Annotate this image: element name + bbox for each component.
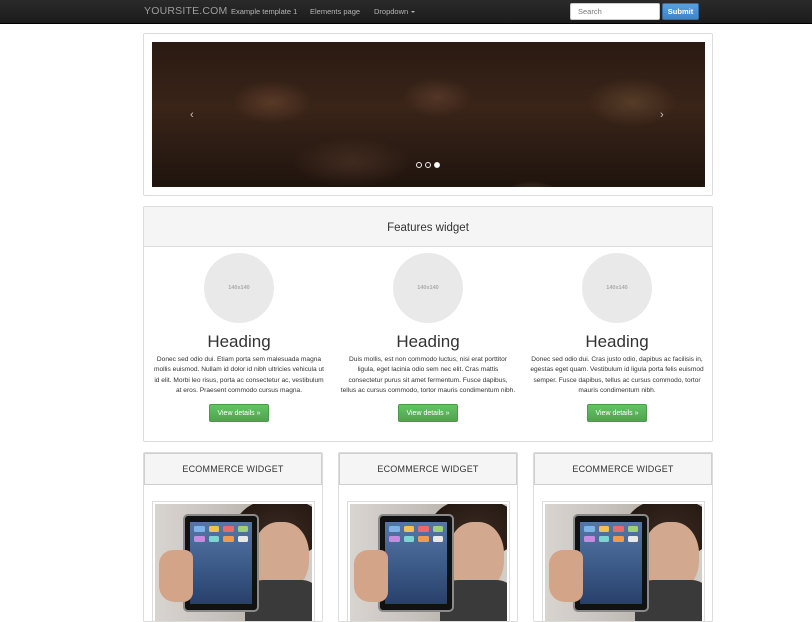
carousel-panel: ‹ › xyxy=(143,33,713,196)
tablet-device-icon xyxy=(573,514,649,612)
product-image[interactable] xyxy=(152,501,315,621)
search-input[interactable] xyxy=(570,3,660,20)
product-photo xyxy=(545,504,702,621)
feature-heading: Heading xyxy=(207,332,271,351)
view-details-button[interactable]: View details » xyxy=(209,403,269,422)
feature-item: 140x140 Heading Duis mollis, est non com… xyxy=(340,253,516,422)
ecommerce-widget: ECOMMERCE WIDGET xyxy=(143,452,323,622)
ecommerce-widget-title: ECOMMERCE WIDGET xyxy=(144,453,322,485)
features-widget: Features widget 140x140 Heading Donec se… xyxy=(143,206,713,442)
carousel-indicator-1[interactable] xyxy=(416,162,422,168)
brand-link[interactable]: YOURSITE.COM xyxy=(144,5,228,17)
feature-heading: Heading xyxy=(396,332,460,351)
product-photo xyxy=(350,504,507,621)
submit-button[interactable]: Submit xyxy=(662,3,699,20)
feature-text: Duis mollis, est non commodo luctus, nis… xyxy=(340,356,516,395)
feature-image-placeholder: 140x140 xyxy=(204,253,274,323)
features-widget-title: Features widget xyxy=(144,207,712,247)
product-image[interactable] xyxy=(542,501,705,621)
nav-link-elements-page[interactable]: Elements page xyxy=(310,7,360,16)
ecommerce-widget-title: ECOMMERCE WIDGET xyxy=(534,453,712,485)
carousel-indicators xyxy=(416,162,440,168)
feature-image-placeholder: 140x140 xyxy=(393,253,463,323)
ecommerce-widget-title: ECOMMERCE WIDGET xyxy=(339,453,517,485)
product-photo xyxy=(155,504,312,621)
view-details-button[interactable]: View details » xyxy=(398,403,458,422)
carousel-indicator-3[interactable] xyxy=(434,162,440,168)
feature-image-placeholder: 140x140 xyxy=(582,253,652,323)
feature-text: Donec sed odio dui. Etiam porta sem male… xyxy=(153,356,325,395)
carousel-slide: ‹ › xyxy=(152,42,705,187)
carousel-next-arrow-icon[interactable]: › xyxy=(660,109,664,121)
feature-item: 140x140 Heading Donec sed odio dui. Etia… xyxy=(151,253,327,422)
carousel-indicator-2[interactable] xyxy=(425,162,431,168)
feature-heading: Heading xyxy=(585,332,649,351)
nav-dropdown-label: Dropdown xyxy=(374,7,409,16)
ecommerce-widget: ECOMMERCE WIDGET xyxy=(338,452,518,622)
tablet-device-icon xyxy=(183,514,259,612)
nav-dropdown[interactable]: Dropdown xyxy=(374,7,416,16)
tablet-device-icon xyxy=(378,514,454,612)
feature-text: Donec sed odio dui. Cras justo odio, dap… xyxy=(530,356,704,395)
ecommerce-widget: ECOMMERCE WIDGET xyxy=(533,452,713,622)
caret-down-icon xyxy=(411,11,416,14)
nav-link-example-template[interactable]: Example template 1 xyxy=(231,7,297,16)
carousel-prev-arrow-icon[interactable]: ‹ xyxy=(190,109,194,121)
top-navbar: YOURSITE.COM Example template 1 Elements… xyxy=(0,0,812,24)
feature-item: 140x140 Heading Donec sed odio dui. Cras… xyxy=(529,253,705,422)
view-details-button[interactable]: View details » xyxy=(587,403,647,422)
product-image[interactable] xyxy=(347,501,510,621)
